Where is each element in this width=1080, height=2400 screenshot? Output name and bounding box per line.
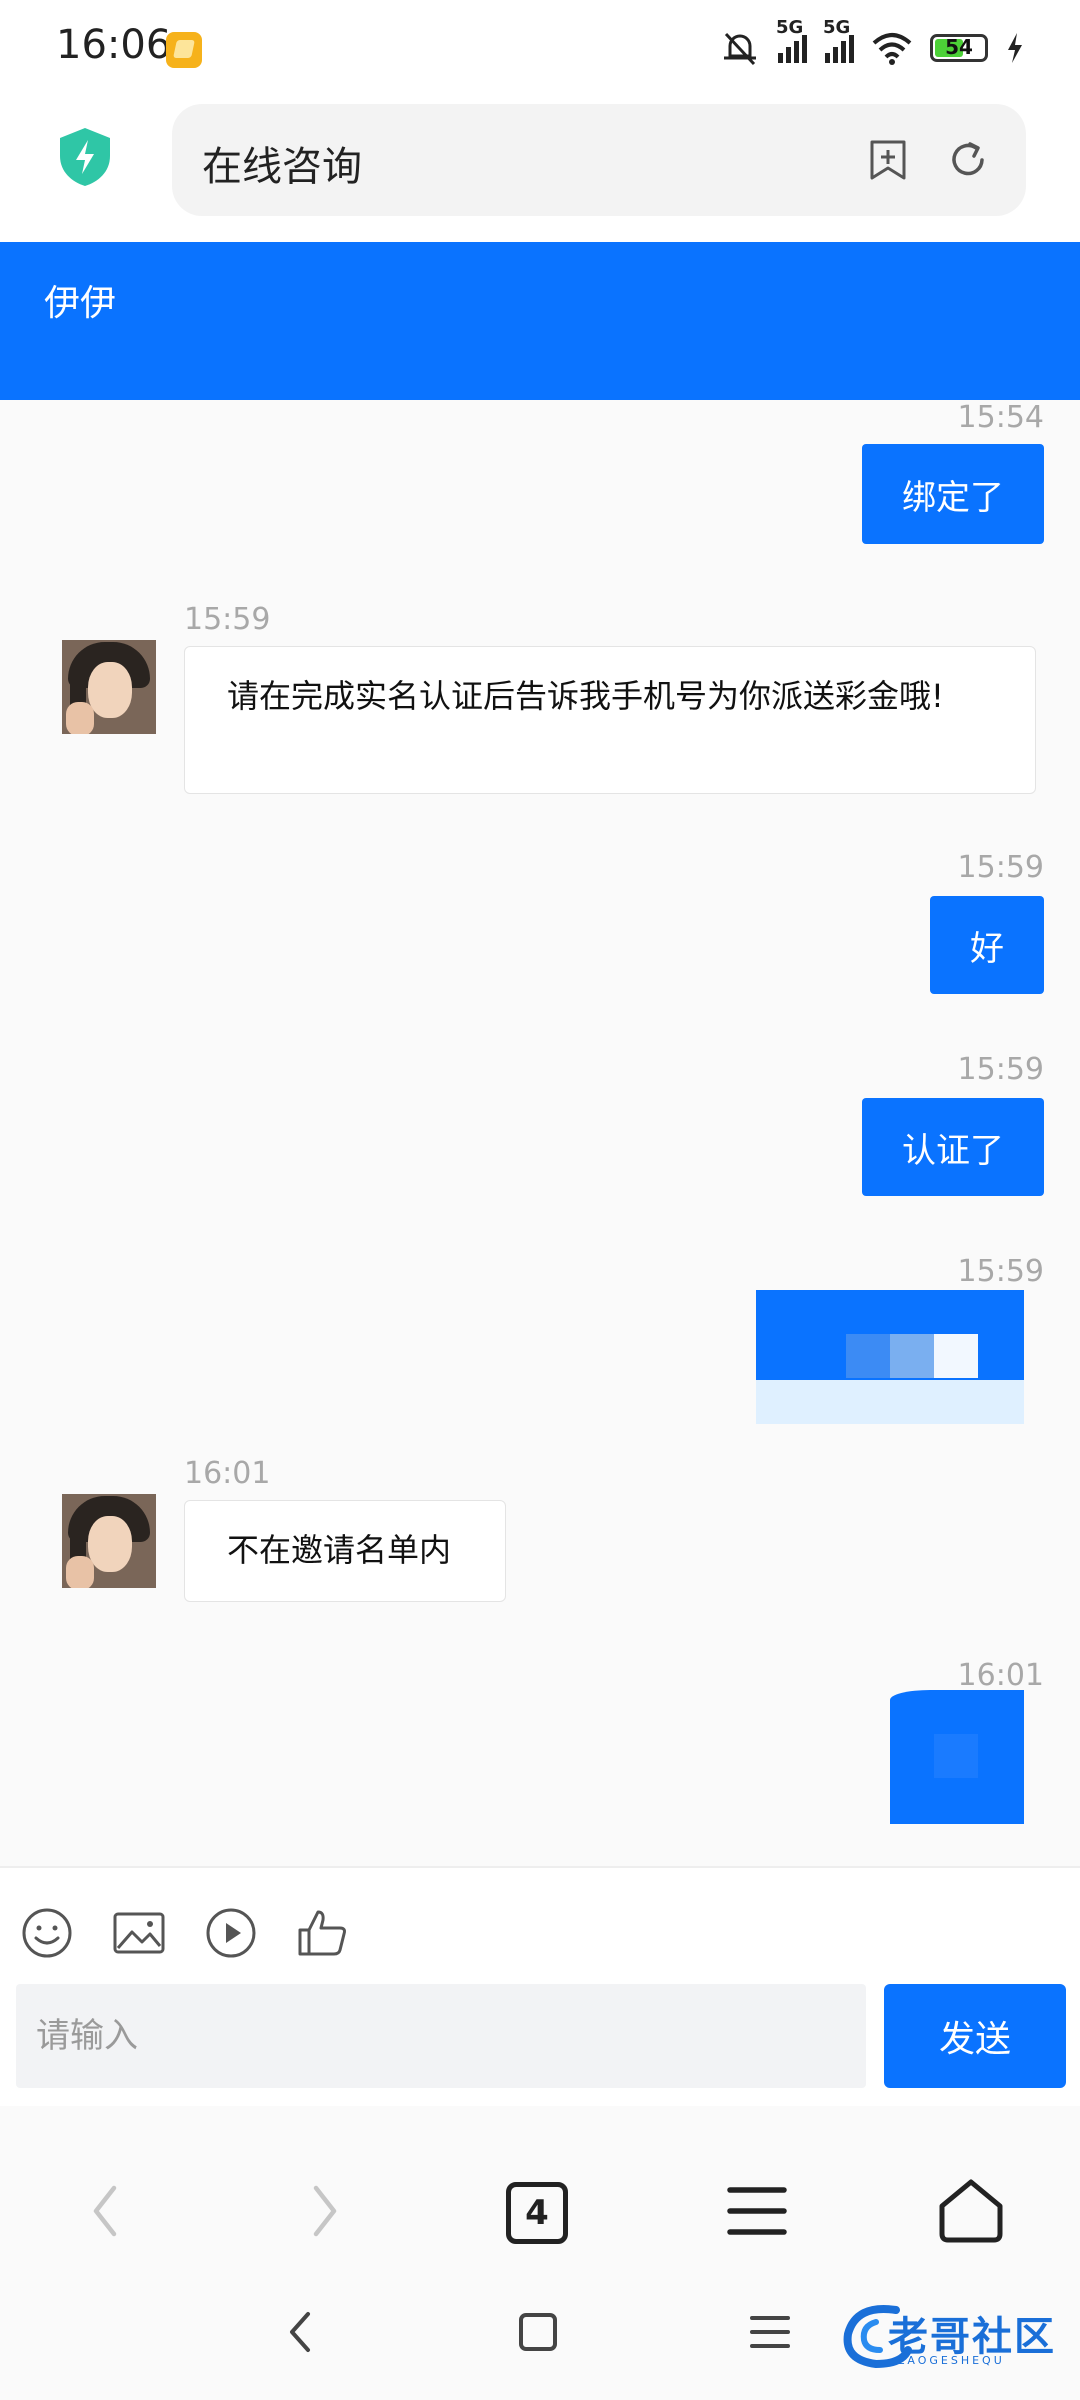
chat-header: 伊伊 — [0, 242, 1080, 400]
message-bubble-outgoing[interactable]: 好 — [930, 896, 1044, 994]
system-back-icon[interactable] — [278, 2308, 326, 2356]
battery-icon: 54 — [930, 34, 988, 62]
watermark-subtext: LAOGESHEQU — [898, 2354, 1005, 2367]
message-time: 15:59 — [184, 602, 271, 637]
message-input-wrap — [16, 1984, 866, 2088]
system-recents-icon[interactable] — [746, 2308, 794, 2356]
signal-2-icon: 5G — [823, 17, 854, 63]
image-icon[interactable] — [112, 1906, 166, 1960]
message-time: 15:59 — [957, 1052, 1044, 1087]
composer-tools — [20, 1906, 350, 1960]
signal-1-icon: 5G — [776, 17, 807, 63]
battery-level: 54 — [945, 35, 973, 59]
contact-name: 伊伊 — [44, 283, 117, 324]
status-time: 16:06 — [56, 22, 172, 68]
agent-avatar[interactable] — [62, 1494, 156, 1588]
tabs-count-button[interactable]: 4 — [506, 2182, 568, 2244]
status-bar: 16:06 5G 5G 54 — [0, 0, 1080, 96]
page-title: 在线咨询 — [202, 144, 362, 190]
system-nav-bar: 老哥社区 LAOGESHEQU — [0, 2270, 1080, 2400]
message-input[interactable] — [16, 1984, 866, 2088]
send-button[interactable]: 发送 — [884, 1984, 1066, 2088]
message-time: 15:59 — [957, 850, 1044, 885]
message-list[interactable]: 15:54 绑定了 15:59 请在完成实名认证后告诉我手机号为你派送彩金哦! … — [0, 400, 1080, 1866]
charging-icon — [1008, 33, 1022, 63]
system-home-icon[interactable] — [514, 2308, 562, 2356]
message-composer: 发送 — [0, 1866, 1080, 2108]
image-message[interactable] — [756, 1290, 1024, 1424]
back-icon[interactable] — [72, 2176, 142, 2246]
home-icon[interactable] — [936, 2176, 1006, 2246]
address-bar[interactable]: 在线咨询 — [172, 104, 1026, 216]
mute-vibrate-icon — [724, 32, 756, 66]
message-time: 15:54 — [957, 400, 1044, 435]
forward-icon[interactable] — [288, 2176, 358, 2246]
status-icons: 5G 5G 54 — [720, 17, 1024, 70]
message-bubble-incoming[interactable]: 不在邀请名单内 — [184, 1500, 506, 1602]
notes-app-icon — [166, 32, 202, 68]
emoji-icon[interactable] — [20, 1906, 74, 1960]
browser-nav-bar: 4 — [0, 2106, 1080, 2270]
browser-toolbar: 在线咨询 — [0, 96, 1080, 242]
network-type-1: 5G — [776, 17, 804, 38]
message-time: 15:59 — [957, 1254, 1044, 1289]
thumbs-up-icon[interactable] — [296, 1906, 350, 1960]
add-bookmark-icon[interactable] — [868, 138, 908, 182]
agent-avatar[interactable] — [62, 640, 156, 734]
menu-icon[interactable] — [722, 2176, 792, 2246]
refresh-icon[interactable] — [946, 138, 990, 182]
message-time: 16:01 — [184, 1456, 271, 1491]
video-icon[interactable] — [204, 1906, 258, 1960]
security-shield-icon[interactable] — [56, 126, 114, 188]
wifi-icon — [872, 33, 912, 65]
network-type-2: 5G — [823, 17, 851, 38]
message-bubble-outgoing[interactable]: 认证了 — [862, 1098, 1044, 1196]
message-bubble-incoming[interactable]: 请在完成实名认证后告诉我手机号为你派送彩金哦! — [184, 646, 1036, 794]
message-bubble-outgoing[interactable]: 绑定了 — [862, 444, 1044, 544]
watermark-logo: 老哥社区 LAOGESHEQU — [836, 2300, 1066, 2374]
image-message[interactable] — [890, 1690, 1024, 1824]
message-time: 16:01 — [957, 1658, 1044, 1693]
